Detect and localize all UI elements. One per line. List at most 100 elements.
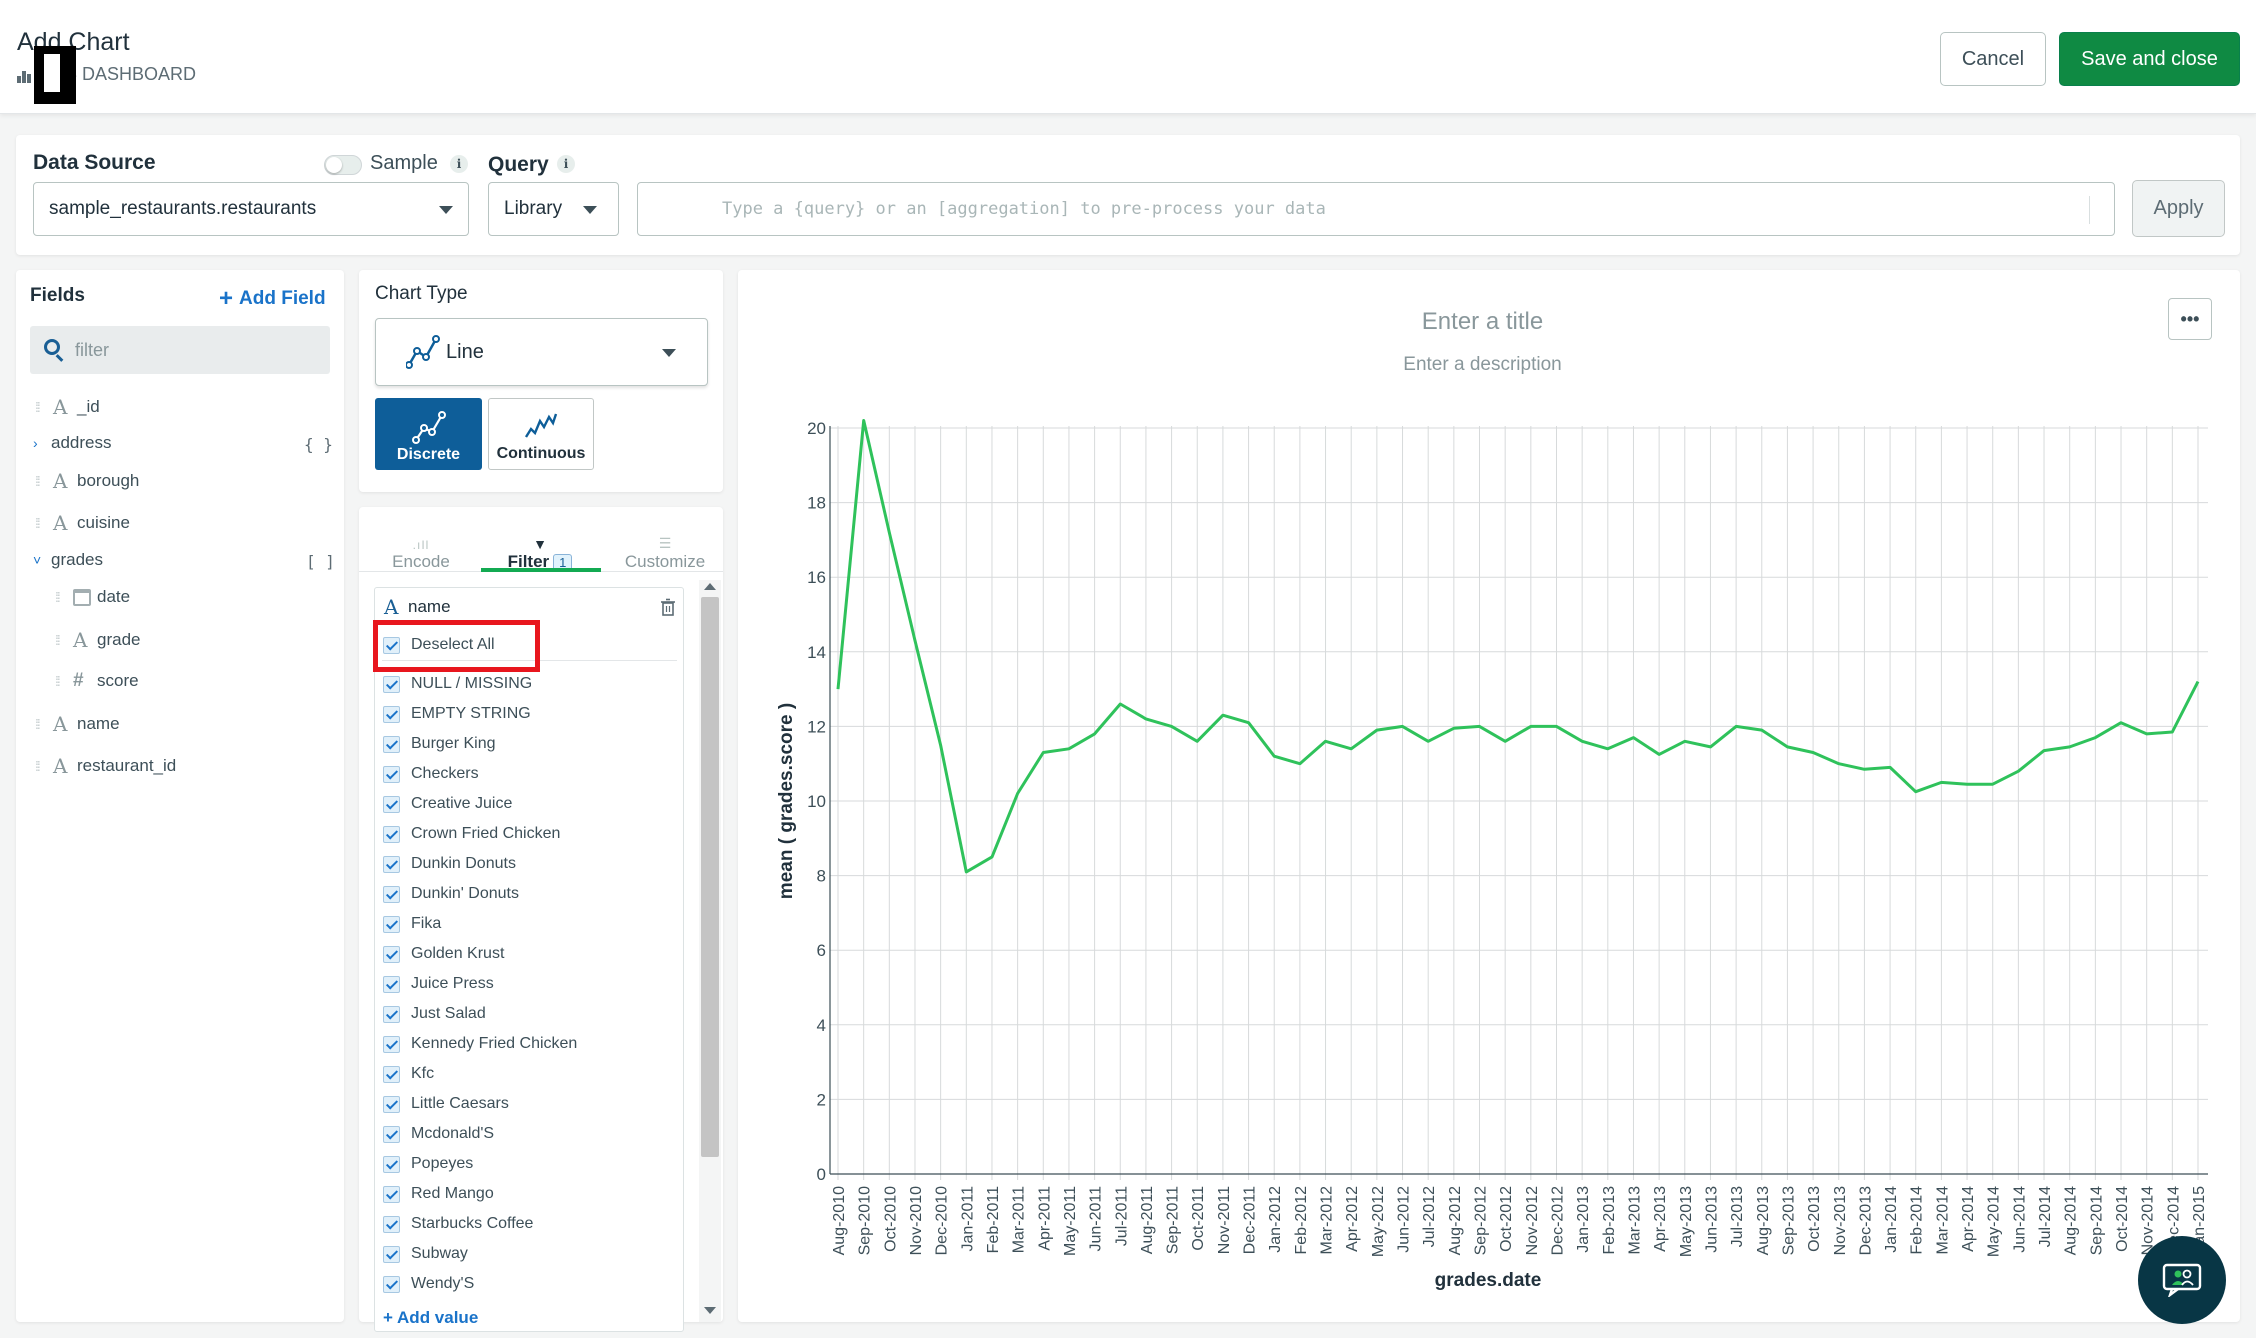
filter-value-row[interactable]: Wendy'S xyxy=(383,1272,474,1296)
field-item-address[interactable]: › address xyxy=(33,433,111,453)
field-label: borough xyxy=(77,471,140,490)
checkbox[interactable] xyxy=(383,1155,400,1173)
save-and-close-button[interactable]: Save and close xyxy=(2059,32,2240,86)
field-item-grades[interactable]: ˅ grades xyxy=(33,550,103,570)
drag-handle-icon[interactable]: ⁞⁞ xyxy=(55,673,67,689)
checkbox[interactable] xyxy=(383,1095,400,1113)
continuous-button[interactable]: Continuous xyxy=(488,398,594,470)
filter-value-row[interactable]: NULL / MISSING xyxy=(383,672,532,696)
x-tick-label: Jan-2014 xyxy=(1883,1186,1900,1253)
scroll-up-icon[interactable] xyxy=(704,583,716,590)
add-field-button[interactable]: + Add Field xyxy=(219,285,326,313)
filter-value-row[interactable]: Kennedy Fried Chicken xyxy=(383,1032,577,1056)
tab-label: Customize xyxy=(624,552,706,571)
drag-handle-icon[interactable]: ⁞⁞ xyxy=(35,399,47,415)
more-options-button[interactable]: ••• xyxy=(2168,298,2212,340)
checkbox[interactable] xyxy=(383,1215,400,1233)
checkbox[interactable] xyxy=(383,855,400,873)
checkbox[interactable] xyxy=(383,1065,400,1083)
field-item-borough[interactable]: ⁞⁞ A borough xyxy=(35,469,139,493)
tab-filter[interactable]: ▼ Filter 1 xyxy=(490,518,590,572)
filter-value-row[interactable]: Creative Juice xyxy=(383,792,512,816)
checkbox[interactable] xyxy=(383,795,400,813)
tab-encode[interactable]: .ıIl Encode xyxy=(382,518,460,572)
drag-handle-icon[interactable]: ⁞⁞ xyxy=(35,716,47,732)
filter-value-row[interactable]: Mcdonald'S xyxy=(383,1122,494,1146)
trash-icon[interactable] xyxy=(660,598,676,616)
tab-customize[interactable]: ☰ Customize xyxy=(616,518,714,572)
filter-value-row[interactable]: Just Salad xyxy=(383,1002,486,1026)
query-input[interactable]: Type a {query} or an [aggregation] to pr… xyxy=(637,182,2115,236)
checkbox[interactable] xyxy=(383,735,400,753)
filter-value-row[interactable]: Subway xyxy=(383,1242,468,1266)
support-chat-button[interactable] xyxy=(2138,1236,2226,1324)
field-label: cuisine xyxy=(77,513,130,532)
filter-icon: ▼ xyxy=(533,536,547,552)
field-item-name[interactable]: ⁞⁞ A name xyxy=(35,712,120,736)
line-chart: 0 2 4 6 8 10 12 14 16 18 20 Aug-2010 Sep-2010 Oct-201… xyxy=(776,419,2208,1291)
filter-value-row[interactable]: Checkers xyxy=(383,762,479,786)
checkbox[interactable] xyxy=(383,765,400,783)
query-label: Query xyxy=(488,153,549,176)
checkbox[interactable] xyxy=(383,675,400,693)
chart-type-select[interactable]: Line xyxy=(375,318,708,386)
checkbox[interactable] xyxy=(383,705,400,723)
scrollbar-thumb[interactable] xyxy=(701,597,719,1157)
field-item-date[interactable]: ⁞⁞ date xyxy=(55,587,130,607)
checkbox[interactable] xyxy=(383,825,400,843)
filter-value-row[interactable]: Starbucks Coffee xyxy=(383,1212,533,1236)
filter-value-row[interactable]: Dunkin Donuts xyxy=(383,852,516,876)
field-item-score[interactable]: ⁞⁞ # score xyxy=(55,670,139,692)
y-tick-label: 2 xyxy=(817,1090,826,1109)
field-item-grade[interactable]: ⁞⁞ A grade xyxy=(55,628,140,652)
checkbox[interactable] xyxy=(383,915,400,933)
chart-title-input[interactable]: Enter a title xyxy=(1260,308,1705,336)
query-mode-select[interactable]: Library xyxy=(488,182,619,236)
chart-description-input[interactable]: Enter a description xyxy=(1260,354,1705,376)
checkbox[interactable] xyxy=(383,1275,400,1293)
filter-value-row[interactable]: Juice Press xyxy=(383,972,494,996)
filter-value-row[interactable]: Golden Krust xyxy=(383,942,504,966)
filter-value-row[interactable]: Dunkin' Donuts xyxy=(383,882,519,906)
filter-value-row[interactable]: Crown Fried Chicken xyxy=(383,822,560,846)
discrete-button[interactable]: Discrete xyxy=(375,398,482,470)
add-value-button[interactable]: + Add value xyxy=(383,1308,478,1328)
scroll-down-icon[interactable] xyxy=(704,1307,716,1314)
checkbox[interactable] xyxy=(383,1185,400,1203)
filter-value-row[interactable]: Popeyes xyxy=(383,1152,473,1176)
drag-handle-icon[interactable]: ⁞⁞ xyxy=(55,632,67,648)
checkbox[interactable] xyxy=(383,945,400,963)
checkbox[interactable] xyxy=(383,1245,400,1263)
field-item-restaurant-id[interactable]: ⁞⁞ A restaurant_id xyxy=(35,754,176,778)
data-source-select[interactable]: sample_restaurants.restaurants xyxy=(33,182,469,236)
filter-value-row[interactable]: Red Mango xyxy=(383,1182,494,1206)
checkbox[interactable] xyxy=(383,885,400,903)
query-info-icon[interactable]: i xyxy=(557,155,575,173)
checkbox[interactable] xyxy=(383,975,400,993)
filter-value-row[interactable]: Burger King xyxy=(383,732,496,756)
checkbox[interactable] xyxy=(383,1005,400,1023)
drag-handle-icon[interactable]: ⁞⁞ xyxy=(35,515,47,531)
filter-value-row[interactable]: EMPTY STRING xyxy=(383,702,531,726)
sample-toggle[interactable] xyxy=(324,155,362,175)
filter-value-row[interactable]: Fika xyxy=(383,912,441,936)
sample-info-icon[interactable]: i xyxy=(450,155,468,173)
field-item-id[interactable]: ⁞⁞ A _id xyxy=(35,395,100,419)
x-tick-label: Oct-2010 xyxy=(882,1186,899,1252)
drag-handle-icon[interactable]: ⁞⁞ xyxy=(55,589,67,605)
apply-button[interactable]: Apply xyxy=(2132,180,2225,237)
x-tick-label: Feb-2014 xyxy=(1909,1186,1926,1255)
x-tick-label: Nov-2012 xyxy=(1524,1186,1541,1255)
checkbox[interactable] xyxy=(383,1125,400,1143)
chevron-down-icon xyxy=(662,349,676,357)
cancel-button[interactable]: Cancel xyxy=(1940,32,2046,86)
chevron-down-icon[interactable]: ˅ xyxy=(33,552,45,568)
drag-handle-icon[interactable]: ⁞⁞ xyxy=(35,473,47,489)
filter-value-row[interactable]: Little Caesars xyxy=(383,1092,509,1116)
field-item-cuisine[interactable]: ⁞⁞ A cuisine xyxy=(35,511,130,535)
checkbox[interactable] xyxy=(383,1035,400,1053)
chevron-right-icon[interactable]: › xyxy=(33,435,45,451)
drag-handle-icon[interactable]: ⁞⁞ xyxy=(35,758,47,774)
fields-search-input[interactable]: filter xyxy=(30,326,330,374)
filter-value-row[interactable]: Kfc xyxy=(383,1062,434,1086)
